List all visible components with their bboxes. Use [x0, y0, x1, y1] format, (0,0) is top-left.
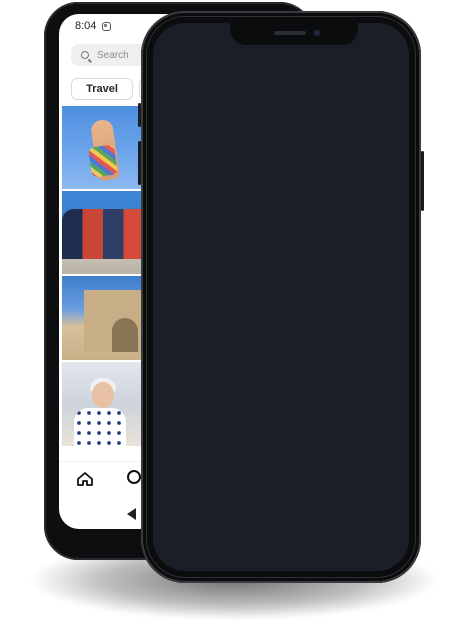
power-button	[421, 151, 424, 211]
portrait-face	[92, 382, 114, 408]
home-icon[interactable]	[77, 472, 93, 486]
filter-chip-label: Travel	[86, 83, 118, 95]
iphone-screen	[153, 23, 409, 571]
search-placeholder: Search	[97, 49, 129, 61]
status-time: 8:04	[75, 20, 97, 32]
speaker	[274, 31, 306, 35]
gloves-image	[88, 144, 118, 178]
notch	[230, 23, 358, 45]
search-nav-icon[interactable]	[127, 470, 141, 484]
back-icon[interactable]	[127, 508, 136, 520]
iphone	[138, 11, 424, 583]
portrait-body	[74, 408, 126, 446]
status-bar: 8:04	[75, 20, 112, 32]
volume-button	[138, 103, 141, 127]
front-camera-icon	[314, 30, 320, 36]
filter-chip-travel[interactable]: Travel	[71, 78, 133, 100]
search-icon	[81, 51, 89, 59]
volume-button	[138, 141, 141, 185]
instagram-icon	[102, 21, 112, 31]
